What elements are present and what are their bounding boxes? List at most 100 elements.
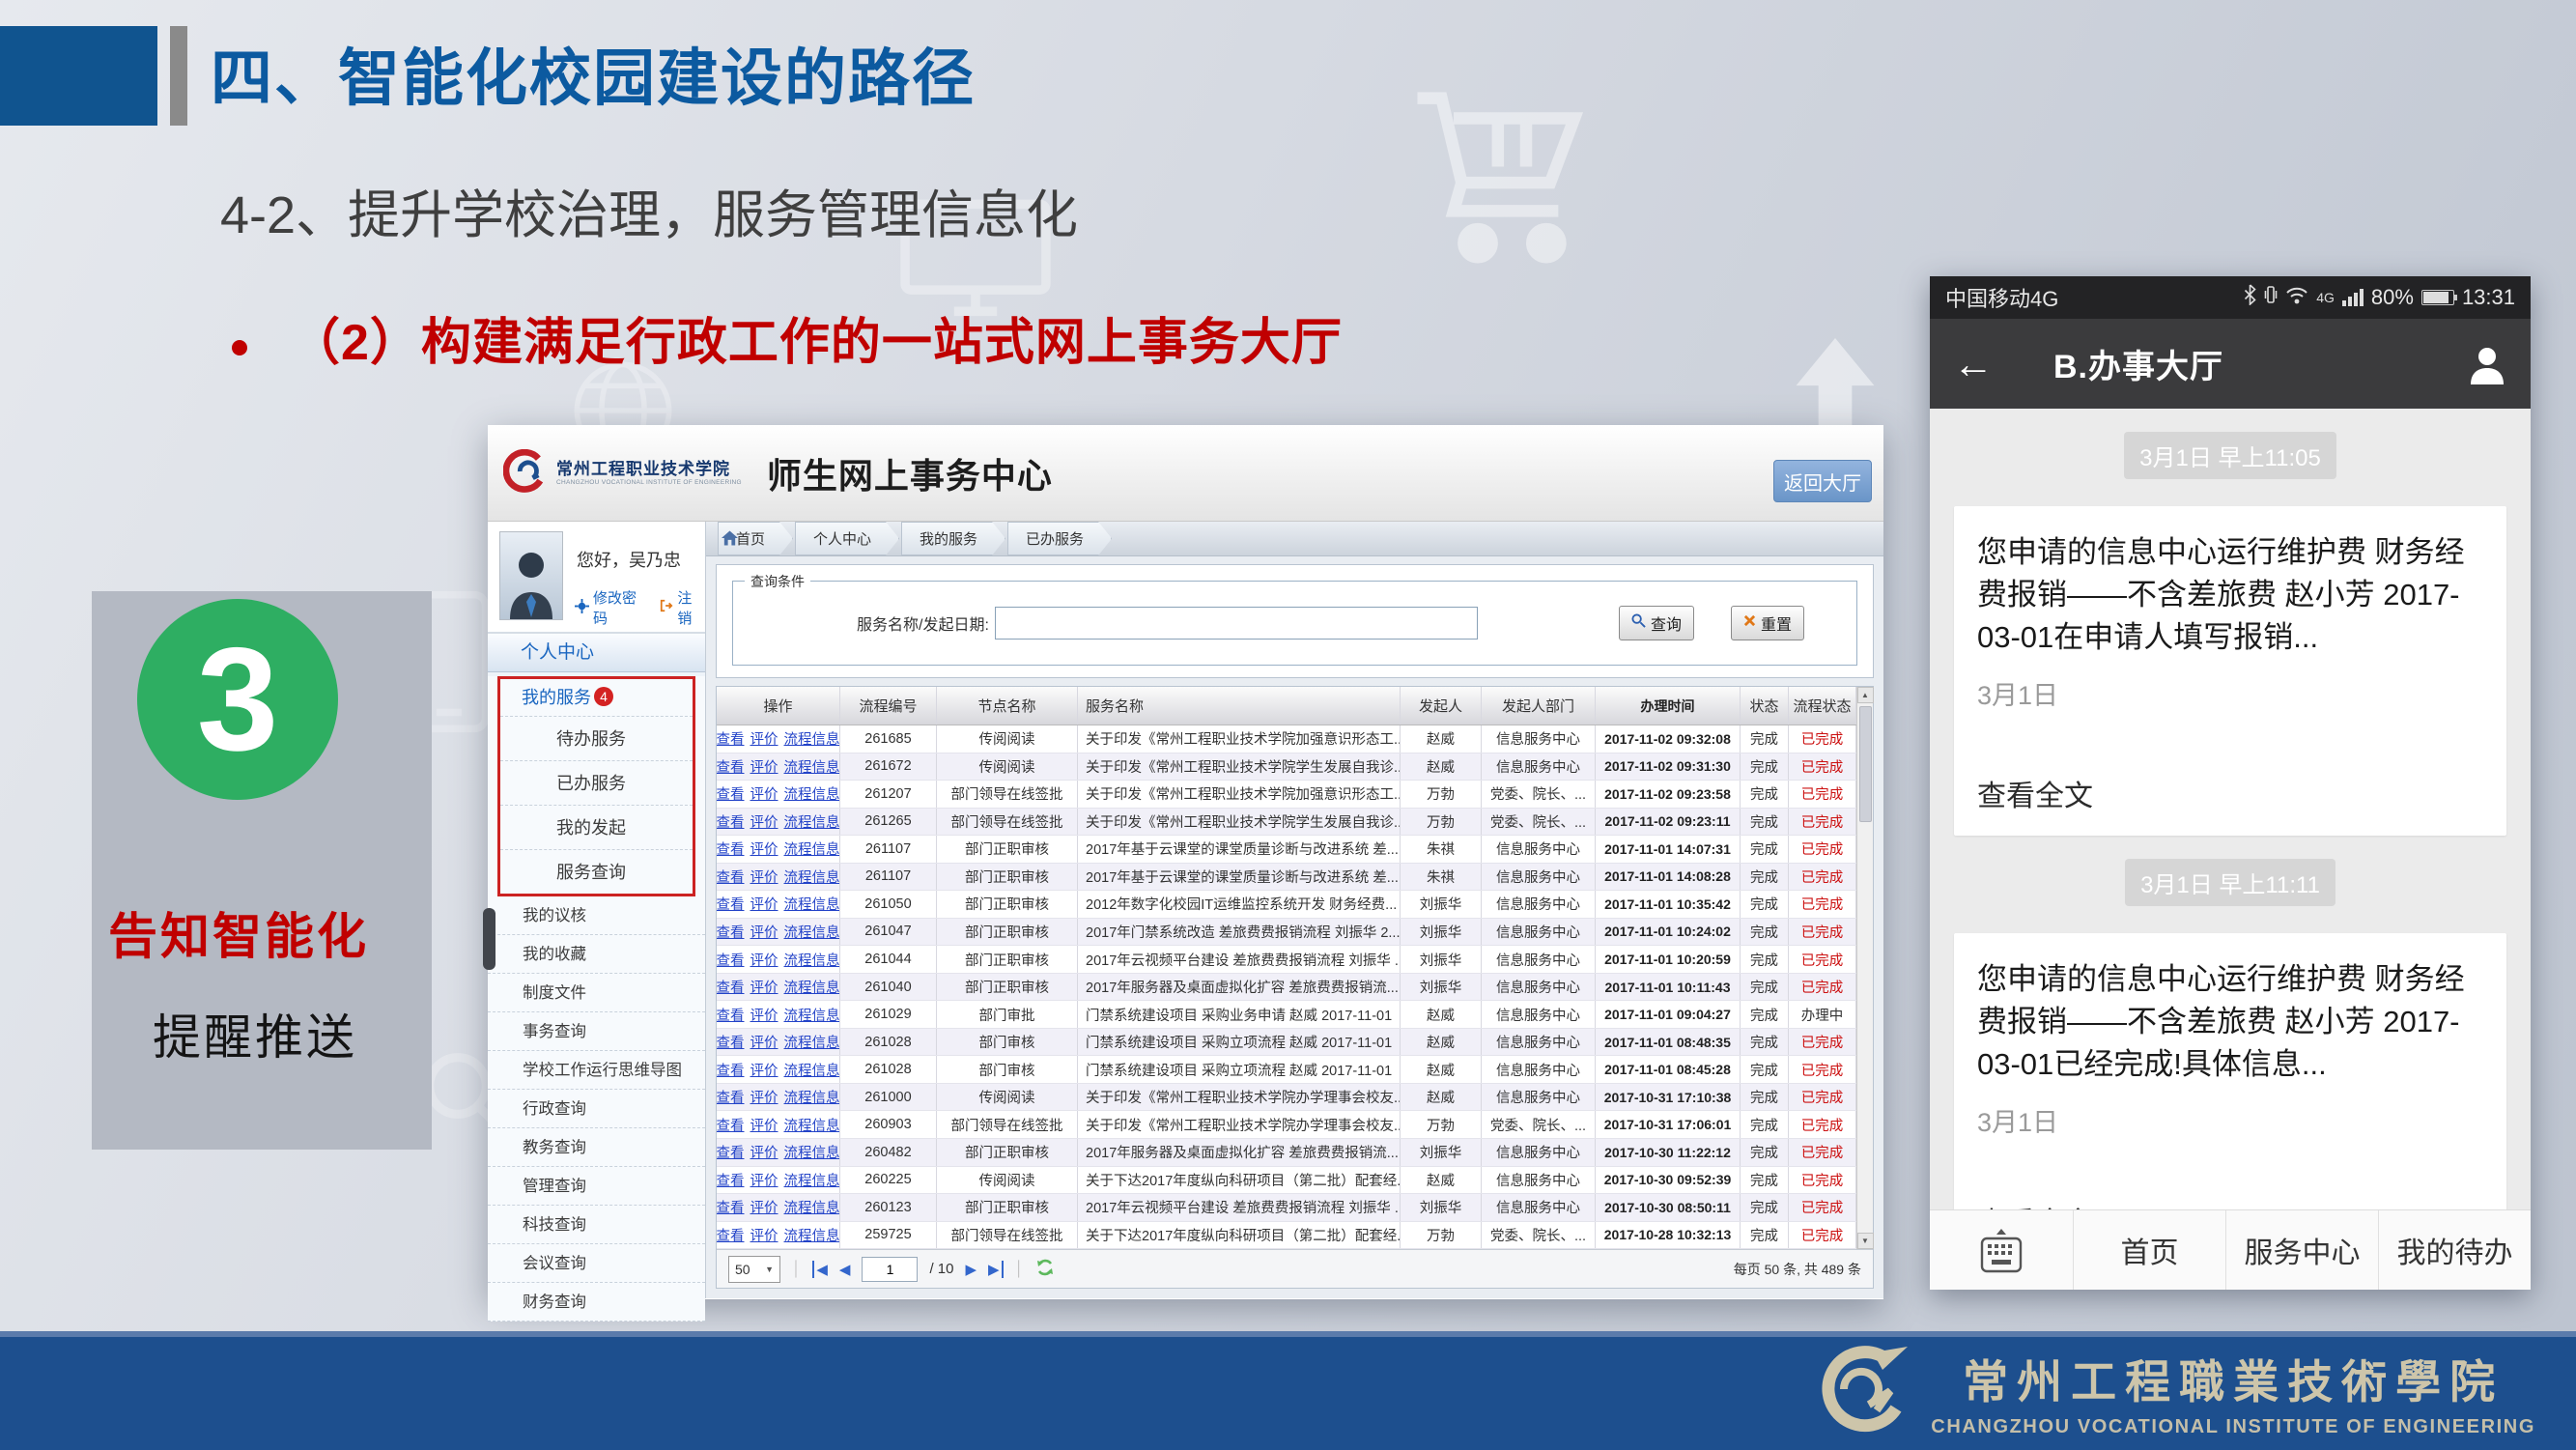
flow-info-link[interactable]: 流程信息 [784, 1087, 840, 1107]
flow-info-link[interactable]: 流程信息 [784, 894, 840, 914]
flow-info-link[interactable]: 流程信息 [784, 922, 840, 942]
view-link[interactable]: 查看 [717, 894, 745, 914]
view-link[interactable]: 查看 [717, 1032, 745, 1052]
flow-info-link[interactable]: 流程信息 [784, 1170, 840, 1190]
sidebar-item[interactable]: 教务查询 [488, 1128, 705, 1167]
rate-link[interactable]: 评价 [750, 728, 778, 749]
flow-info-link[interactable]: 流程信息 [784, 1142, 840, 1162]
sidebar-item[interactable]: 财务查询 [488, 1283, 705, 1322]
flow-info-link[interactable]: 流程信息 [784, 839, 840, 859]
sidebar-item[interactable]: 行政查询 [488, 1090, 705, 1128]
phone-nav-tab[interactable]: 服务中心 [2225, 1210, 2378, 1290]
view-link[interactable]: 查看 [717, 922, 745, 942]
breadcrumb-tab[interactable]: 个人中心 [795, 522, 899, 555]
sidebar-item[interactable]: 学校工作运行思维导图 [488, 1051, 705, 1090]
view-link[interactable]: 查看 [717, 1170, 745, 1190]
rate-link[interactable]: 评价 [750, 1060, 778, 1080]
rate-link[interactable]: 评价 [750, 1005, 778, 1025]
rate-link[interactable]: 评价 [750, 1087, 778, 1107]
reset-button[interactable]: 重置 [1731, 606, 1804, 640]
logout-link[interactable]: 注销 [677, 587, 705, 628]
sidebar-subitem[interactable]: 已办服务 [500, 760, 693, 805]
rate-link[interactable]: 评价 [750, 922, 778, 942]
search-button[interactable]: 查询 [1619, 606, 1694, 640]
flow-info-link[interactable]: 流程信息 [784, 1225, 840, 1245]
next-page-button[interactable]: ▶ [966, 1261, 977, 1278]
breadcrumb-tab[interactable]: 已办服务 [1007, 522, 1112, 555]
page-size-select[interactable]: 50 ▼ [728, 1256, 780, 1283]
rate-link[interactable]: 评价 [750, 839, 778, 859]
view-link[interactable]: 查看 [717, 977, 745, 997]
contact-person-icon[interactable] [2469, 346, 2505, 389]
view-link[interactable]: 查看 [717, 950, 745, 970]
table-scrollbar[interactable]: ▲ ▼ [1856, 687, 1873, 1249]
view-link[interactable]: 查看 [717, 1115, 745, 1135]
rate-link[interactable]: 评价 [750, 1225, 778, 1245]
flow-info-link[interactable]: 流程信息 [784, 756, 840, 777]
flow-info-link[interactable]: 流程信息 [784, 1115, 840, 1135]
prev-page-button[interactable]: ◀ [839, 1261, 851, 1278]
view-link[interactable]: 查看 [717, 783, 745, 804]
flow-info-link[interactable]: 流程信息 [784, 1005, 840, 1025]
page-number-input[interactable] [862, 1257, 918, 1282]
refresh-icon[interactable] [1035, 1258, 1055, 1281]
rate-link[interactable]: 评价 [750, 756, 778, 777]
view-full-text-link[interactable]: 查看全文 [1977, 772, 2483, 814]
breadcrumb-tab[interactable]: 我的服务 [901, 522, 1005, 555]
back-to-hall-button[interactable]: 返回大厅 [1773, 460, 1872, 502]
rate-link[interactable]: 评价 [750, 894, 778, 914]
view-link[interactable]: 查看 [717, 1197, 745, 1217]
first-page-button[interactable]: ◀ [812, 1261, 828, 1278]
sidebar-item[interactable]: 我的议核 [488, 896, 705, 935]
sidebar-collapse-handle[interactable] [483, 908, 495, 970]
rate-link[interactable]: 评价 [750, 1197, 778, 1217]
flow-info-link[interactable]: 流程信息 [784, 811, 840, 832]
flow-info-link[interactable]: 流程信息 [784, 728, 840, 749]
view-link[interactable]: 查看 [717, 756, 745, 777]
rate-link[interactable]: 评价 [750, 1115, 778, 1135]
view-link[interactable]: 查看 [717, 1142, 745, 1162]
flow-info-link[interactable]: 流程信息 [784, 867, 840, 887]
flow-info-link[interactable]: 流程信息 [784, 977, 840, 997]
scrollbar-thumb[interactable] [1859, 706, 1872, 822]
flow-info-link[interactable]: 流程信息 [784, 1060, 840, 1080]
change-password-link[interactable]: 修改密码 [593, 587, 648, 628]
rate-link[interactable]: 评价 [750, 950, 778, 970]
sidebar-subitem[interactable]: 待办服务 [500, 716, 693, 760]
message-card[interactable]: 您申请的信息中心运行维护费 财务经费报销——不含差旅费 赵小芳 2017-03-… [1954, 506, 2506, 836]
rate-link[interactable]: 评价 [750, 867, 778, 887]
view-link[interactable]: 查看 [717, 1087, 745, 1107]
last-page-button[interactable]: ▶ [988, 1261, 1004, 1278]
rate-link[interactable]: 评价 [750, 1142, 778, 1162]
sidebar-item[interactable]: 事务查询 [488, 1012, 705, 1051]
sidebar-item[interactable]: 我的收藏 [488, 935, 705, 974]
sidebar-subitem[interactable]: 服务查询 [500, 849, 693, 894]
rate-link[interactable]: 评价 [750, 811, 778, 832]
rate-link[interactable]: 评价 [750, 783, 778, 804]
sidebar-tab-personal-center[interactable]: 个人中心 [488, 634, 705, 672]
scroll-up-icon[interactable]: ▲ [1857, 687, 1874, 703]
rate-link[interactable]: 评价 [750, 1032, 778, 1052]
phone-nav-tab[interactable]: 我的待办 [2378, 1210, 2531, 1290]
flow-info-link[interactable]: 流程信息 [784, 1032, 840, 1052]
view-link[interactable]: 查看 [717, 839, 745, 859]
rate-link[interactable]: 评价 [750, 1170, 778, 1190]
sidebar-subitem[interactable]: 我的发起 [500, 805, 693, 849]
flow-info-link[interactable]: 流程信息 [784, 1197, 840, 1217]
sidebar-item[interactable]: 管理查询 [488, 1167, 705, 1206]
view-link[interactable]: 查看 [717, 728, 745, 749]
phone-nav-tab[interactable]: 首页 [2073, 1210, 2225, 1290]
sidebar-item[interactable]: 科技查询 [488, 1206, 705, 1244]
view-link[interactable]: 查看 [717, 1225, 745, 1245]
keyboard-button[interactable] [1930, 1210, 2073, 1290]
sidebar-item-my-services[interactable]: 我的服务4 [500, 679, 693, 716]
view-link[interactable]: 查看 [717, 867, 745, 887]
query-input[interactable] [995, 607, 1478, 640]
view-link[interactable]: 查看 [717, 1005, 745, 1025]
sidebar-item[interactable]: 制度文件 [488, 974, 705, 1012]
scroll-down-icon[interactable]: ▼ [1857, 1233, 1874, 1249]
view-link[interactable]: 查看 [717, 811, 745, 832]
view-link[interactable]: 查看 [717, 1060, 745, 1080]
sidebar-item[interactable]: 会议查询 [488, 1244, 705, 1283]
rate-link[interactable]: 评价 [750, 977, 778, 997]
